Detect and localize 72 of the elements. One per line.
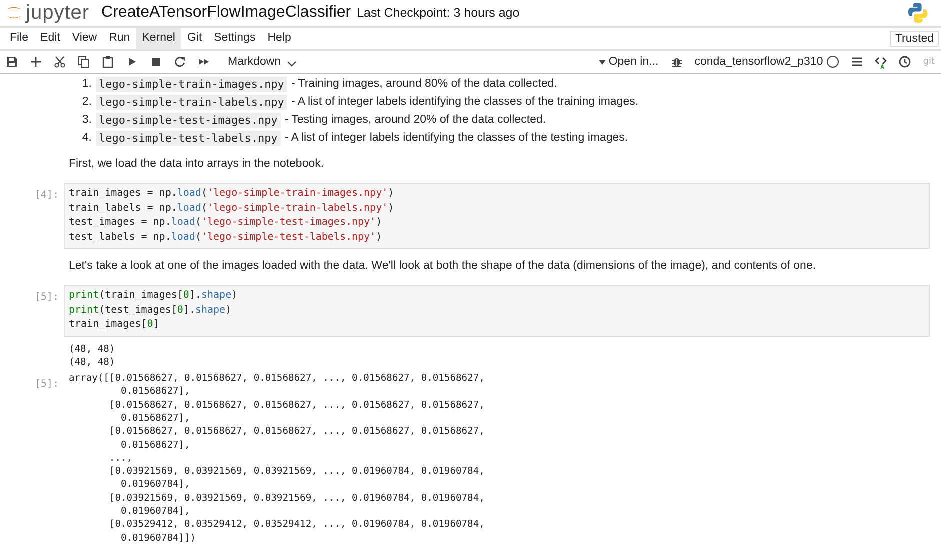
clipboard-icon[interactable]	[102, 56, 114, 68]
output-line: 0.01568627],	[120, 385, 192, 399]
open-in-button[interactable]: Open in...	[598, 56, 659, 68]
output-line: ...,	[108, 452, 134, 466]
menu-item[interactable]: Run	[103, 28, 136, 49]
list-icon[interactable]	[851, 56, 864, 68]
output-line: 0.01568627],	[120, 412, 192, 426]
paragraph: First, we load the data into arrays in the notebook.	[68, 158, 326, 170]
fast-forward-icon[interactable]	[198, 56, 210, 68]
inline-code: lego-simple-test-images.npy	[96, 112, 281, 128]
cell-type-dropdown[interactable]: Markdown	[226, 56, 300, 68]
copy-icon[interactable]	[78, 56, 90, 68]
output-line: array([[0.01568627, 0.01568627, 0.01568627, ..., 0.01568627, 0.01568627,	[69, 372, 486, 386]
paragraph: Let's take a look at one of the images loaded with the data. We'll look at both the shape of the data (dimensions of the image), and contents of one.	[68, 260, 818, 272]
output-line: 0.01568627],	[120, 438, 192, 452]
checkpoint-text: Last Checkpoint: 3 hours ago	[357, 6, 520, 20]
output-line: [0.03921569, 0.03921569, 0.03921569, ..., 0.01960784, 0.01960784,	[108, 492, 486, 506]
restart-icon[interactable]	[174, 56, 186, 68]
menu-item[interactable]: Help	[262, 28, 298, 49]
menu-item[interactable]: Kernel	[136, 28, 182, 49]
output-line: (48, 48)	[69, 356, 116, 370]
output-line: (48, 48)	[69, 342, 116, 356]
list-number: 4.	[81, 132, 92, 144]
kernel-name[interactable]: conda_tensorflow2_p310	[694, 56, 824, 68]
menu-item[interactable]: View	[66, 28, 104, 49]
code-icon[interactable]	[875, 56, 888, 68]
output-line: [0.03529412, 0.03529412, 0.03529412, ..., 0.01960784, 0.01960784,	[108, 518, 486, 532]
logo-text: jupyter	[26, 2, 90, 24]
chevron-down-icon[interactable]	[287, 60, 298, 68]
plus-icon[interactable]	[30, 56, 42, 68]
code-line: print(train_images[0].shape)	[69, 289, 239, 303]
execution-prompt: [5]:	[34, 291, 59, 305]
code-line: test_labels = np.load('lego-simple-test-labels.npy')	[69, 230, 384, 244]
menu-item[interactable]: Git	[181, 28, 208, 49]
list-item-text: - Training images, around 80% of the data collected.	[291, 78, 558, 90]
python-logo-icon	[907, 2, 929, 24]
notebook-title[interactable]: CreateATensorFlowImageClassifier	[102, 4, 352, 22]
stop-icon[interactable]	[150, 56, 162, 68]
execution-prompt: [5]:	[34, 378, 59, 392]
code-line: train_labels = np.load('lego-simple-train-labels.npy')	[69, 202, 396, 216]
save-icon[interactable]	[6, 56, 18, 68]
inline-code: lego-simple-test-labels.npy	[96, 130, 281, 146]
code-line: print(test_images[0].shape)	[69, 304, 233, 318]
code-editor[interactable]	[64, 183, 930, 249]
output-line: [0.01568627, 0.01568627, 0.01568627, ..., 0.01568627, 0.01568627,	[108, 425, 486, 439]
trusted-button[interactable]: Trusted	[890, 30, 939, 46]
code-line: train_images = np.load('lego-simple-train-images.npy')	[69, 187, 396, 201]
execution-prompt: [4]:	[34, 189, 59, 203]
bug-icon[interactable]	[670, 56, 683, 68]
caret-down-icon[interactable]	[598, 60, 606, 64]
code-editor[interactable]: print(train_images[0].shape) print(test_images[0].shape) train_images[0]	[64, 285, 930, 336]
inline-code: lego-simple-train-labels.npy	[96, 94, 288, 110]
code-line: test_images = np.load('lego-simple-test-images.npy')	[69, 216, 384, 230]
list-number: 3.	[81, 114, 92, 126]
menu-item[interactable]: Settings	[208, 28, 262, 49]
list-item-text: - A list of integer labels identifying the classes of the testing images.	[284, 132, 628, 144]
list-number: 1.	[81, 78, 92, 90]
play-icon[interactable]	[126, 56, 138, 68]
output-line: 0.01960784],	[120, 505, 192, 518]
menu-item[interactable]: Edit	[34, 28, 66, 49]
list-item-text: - Testing images, around 20% of the data collected.	[284, 114, 546, 126]
output-line: [0.01568627, 0.01568627, 0.01568627, ..., 0.01568627, 0.01568627,	[108, 398, 486, 412]
output-line: [0.03921569, 0.03921569, 0.03921569, ..., 0.01960784, 0.01960784,	[108, 465, 486, 478]
list-item-text: - A list of integer labels identifying the classes of the training images.	[291, 96, 639, 108]
code-line: train_images[0]	[69, 318, 160, 332]
clock-icon[interactable]	[899, 56, 912, 68]
output-line: 0.01960784]])	[120, 532, 198, 545]
scissors-icon[interactable]	[54, 56, 66, 68]
list-number: 2.	[81, 96, 92, 108]
inline-code: lego-simple-train-images.npy	[96, 76, 288, 92]
output-line: 0.01960784],	[120, 478, 192, 492]
menu-item[interactable]: File	[0, 28, 35, 49]
